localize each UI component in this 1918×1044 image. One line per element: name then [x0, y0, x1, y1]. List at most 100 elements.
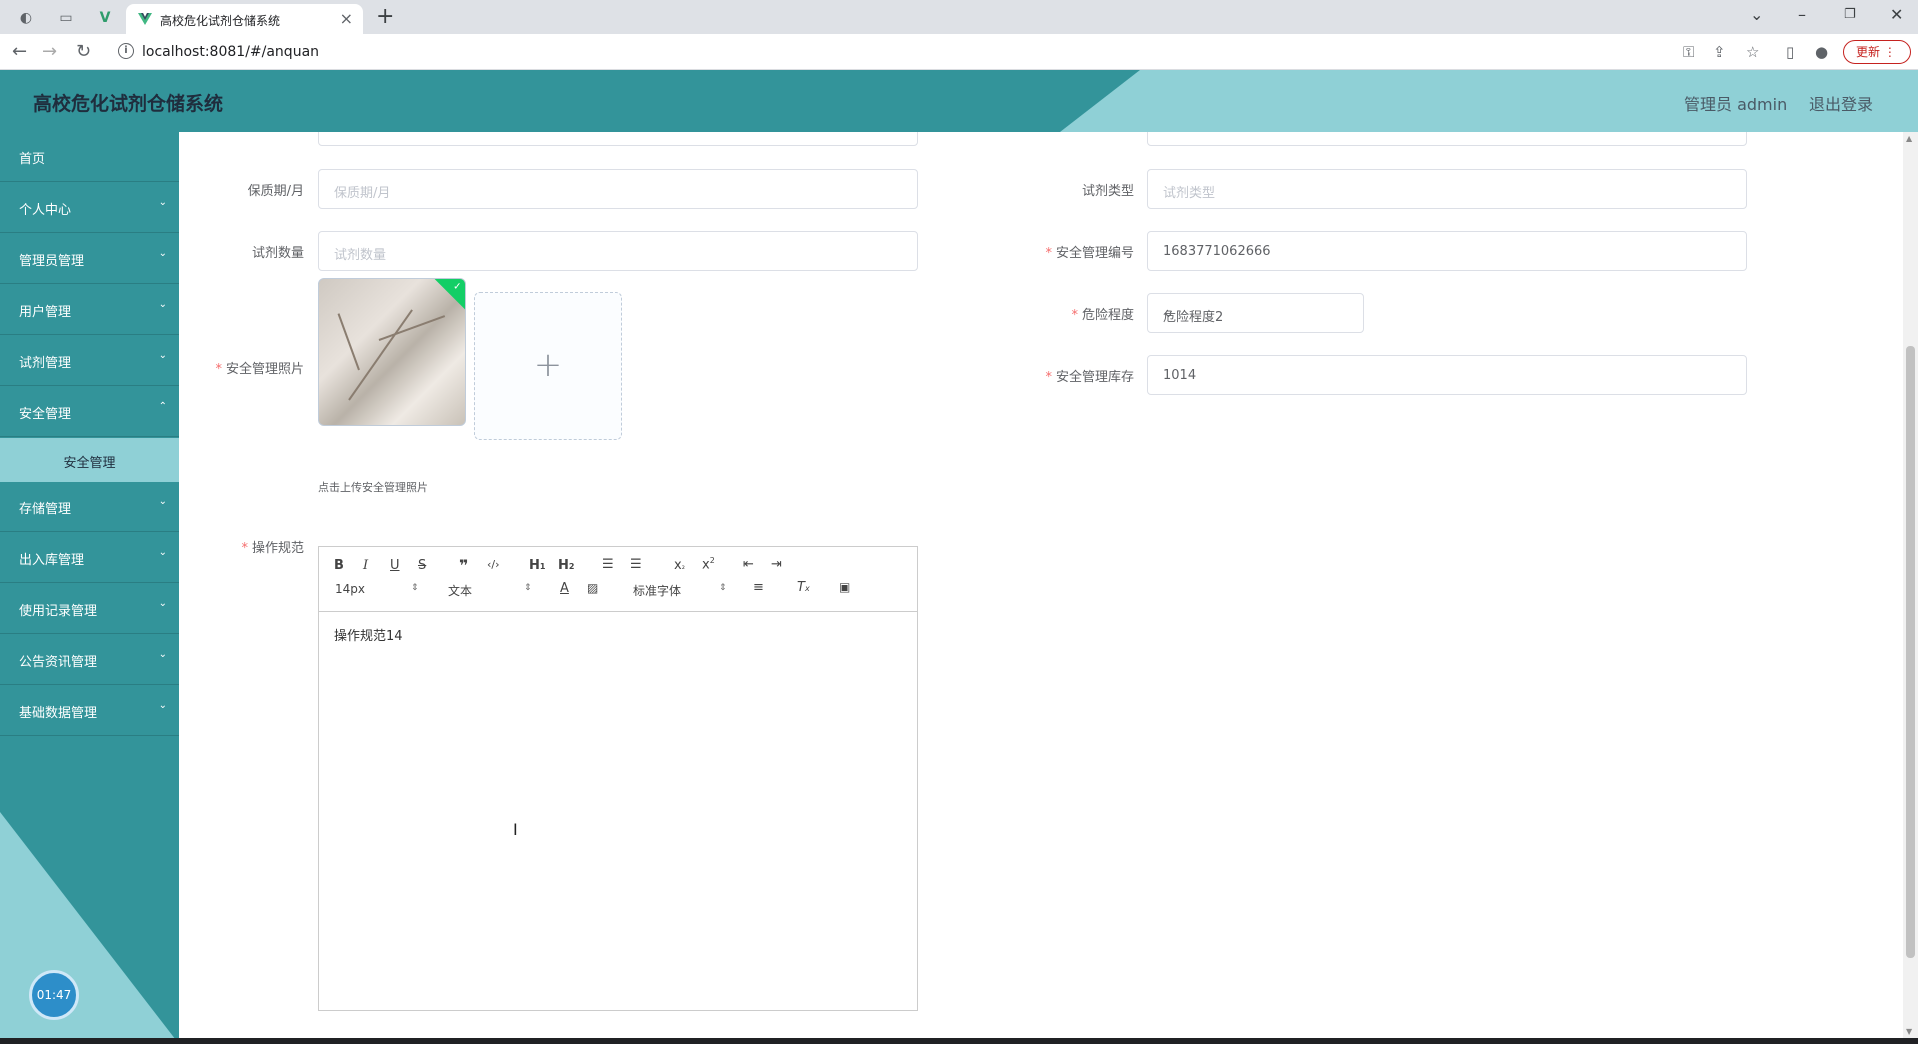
sidebar: 首页 个人中心 ⌄ 管理员管理 ⌄ 用户管理 ⌄ 试剂管理 ⌄ 安全管理 ⌃ 安全管理 存… — [0, 132, 179, 1044]
scroll-up-icon[interactable]: ▲ — [1906, 134, 1912, 143]
underline-icon[interactable]: U — [390, 558, 400, 573]
align-icon[interactable]: ≡ — [753, 580, 764, 595]
new-tab-button[interactable]: + — [376, 4, 394, 29]
upload-success-badge: ✓ — [433, 279, 465, 311]
bottom-bar — [0, 1038, 1918, 1044]
strikethrough-icon[interactable]: S — [418, 558, 426, 573]
scroll-down-icon[interactable]: ▼ — [1906, 1027, 1912, 1036]
minimize-icon[interactable]: – — [1798, 5, 1806, 24]
text-color-icon[interactable]: A — [560, 581, 569, 596]
sidebar-item-storage[interactable]: 存储管理 ⌄ — [0, 482, 179, 532]
sidebar-item-usage[interactable]: 使用记录管理 ⌄ — [0, 584, 179, 634]
restore-icon[interactable]: ❐ — [1844, 7, 1856, 22]
chevron-down-icon[interactable]: ⌄ — [1750, 5, 1763, 24]
image-icon[interactable]: ▣ — [839, 580, 850, 594]
bullet-list-icon[interactable]: ☰ — [630, 557, 642, 572]
plus-icon: + — [533, 345, 563, 385]
editor-content[interactable]: 操作规范14 — [334, 625, 403, 644]
heading-1-icon[interactable]: H1 — [529, 558, 545, 573]
chevron-down-icon: ⌄ — [158, 700, 167, 711]
safety-no-input[interactable]: 1683771062666 — [1147, 231, 1747, 271]
update-label: 更新 — [1856, 45, 1881, 59]
tab-icon-2[interactable]: ▭ — [55, 7, 77, 29]
sidebar-item-news[interactable]: 公告资讯管理 ⌄ — [0, 635, 179, 685]
bold-icon[interactable]: B — [334, 558, 344, 573]
clear-format-icon[interactable]: Tx — [797, 580, 810, 595]
forward-icon[interactable]: → — [42, 41, 57, 62]
reload-icon[interactable]: ↻ — [76, 41, 91, 62]
chevron-down-icon: ⌄ — [158, 350, 167, 361]
indent-icon[interactable]: ⇥ — [771, 557, 782, 572]
code-icon[interactable]: ‹/› — [487, 558, 500, 571]
danger-level-label-text: 危险程度 — [1081, 308, 1134, 323]
sidebar-item-label: 个人中心 — [19, 203, 72, 218]
reagent-type-input[interactable]: 试剂类型 — [1147, 169, 1747, 209]
upload-add-button[interactable]: + — [474, 292, 622, 440]
site-info-icon[interactable]: i — [118, 43, 134, 59]
tab-title: 高校危化试剂仓储系统 — [160, 14, 281, 28]
italic-icon[interactable]: I — [363, 558, 368, 573]
danger-level-label: * 危险程度 — [1029, 304, 1134, 323]
sidebar-item-home[interactable]: 首页 — [0, 132, 179, 182]
tab-icon-1[interactable]: ◐ — [15, 7, 37, 29]
logout-button[interactable]: 退出登录 — [1809, 91, 1873, 115]
top-left-input-cutoff[interactable] — [318, 132, 918, 146]
reagent-type-label: 试剂类型 — [1081, 184, 1134, 199]
header-picker[interactable]: 文本 ⇕ — [448, 582, 536, 599]
chevron-down-icon: ⌄ — [158, 547, 167, 558]
chevron-down-icon: ⌄ — [158, 197, 167, 208]
danger-level-select[interactable]: 危险程度2 ⌄ — [1147, 293, 1364, 333]
subscript-icon[interactable]: x₂ — [674, 558, 685, 573]
check-icon: ✓ — [453, 281, 462, 293]
background-color-icon[interactable]: ▨ — [587, 581, 598, 595]
browser-tab-active[interactable]: 高校危化试剂仓储系统 × — [126, 4, 363, 34]
url-field[interactable]: i localhost:8081/#/anquan — [108, 39, 1678, 65]
font-size-picker[interactable]: 14px ⇕ — [335, 582, 423, 596]
sidebar-item-label: 安全管理 — [19, 407, 72, 422]
header-decoration — [1060, 70, 1140, 132]
profile-icon[interactable]: ● — [1815, 43, 1828, 61]
shelf-life-placeholder: 保质期/月 — [334, 186, 391, 201]
heading-2-icon[interactable]: H2 — [558, 558, 574, 573]
stock-input[interactable]: 1014 — [1147, 355, 1747, 395]
photo-branch — [348, 309, 413, 401]
sidebar-item-basedata[interactable]: 基础数据管理 ⌄ — [0, 686, 179, 736]
sidebar-item-inout[interactable]: 出入库管理 ⌄ — [0, 533, 179, 583]
stock-label-text: 安全管理库存 — [1055, 370, 1134, 385]
quantity-input[interactable]: 试剂数量 — [318, 231, 918, 271]
font-family-picker[interactable]: 标准字体 ⇕ — [633, 582, 731, 599]
star-icon[interactable]: ☆ — [1746, 43, 1759, 61]
page-scrollbar[interactable]: ▲ ▼ — [1903, 132, 1918, 1038]
user-label: 管理员 admin — [1684, 95, 1788, 114]
uploaded-photo-thumbnail[interactable]: ✓ — [318, 278, 466, 426]
stock-label: * 安全管理库存 — [1009, 366, 1134, 385]
scrollbar-thumb[interactable] — [1906, 346, 1915, 958]
shelf-life-input[interactable]: 保质期/月 — [318, 169, 918, 209]
sidebar-item-personal[interactable]: 个人中心 ⌄ — [0, 183, 179, 233]
sidebar-item-users[interactable]: 用户管理 ⌄ — [0, 285, 179, 335]
vue-favicon-tab[interactable]: V — [94, 7, 116, 29]
sidebar-subitem-safety[interactable]: 安全管理 — [0, 438, 179, 482]
close-icon[interactable]: × — [340, 9, 353, 28]
vue-favicon — [138, 13, 152, 25]
window-close-icon[interactable]: ✕ — [1890, 5, 1903, 24]
key-icon[interactable]: ⚿ — [1683, 43, 1694, 61]
share-icon[interactable]: ⇪ — [1713, 43, 1726, 61]
required-mark: * — [215, 362, 222, 377]
ordered-list-icon[interactable]: ☰ — [602, 557, 614, 572]
chevron-down-icon: ⌄ — [158, 598, 167, 609]
sidebar-item-reagents[interactable]: 试剂管理 ⌄ — [0, 336, 179, 386]
browser-tab-bar: ◐ ▭ V 高校危化试剂仓储系统 × + ⌄ – ❐ ✕ — [0, 0, 1918, 34]
sidebar-item-safety[interactable]: 安全管理 ⌃ — [0, 387, 179, 437]
sidebar-item-admins[interactable]: 管理员管理 ⌄ — [0, 234, 179, 284]
back-icon[interactable]: ← — [12, 41, 27, 62]
safety-no-label: * 安全管理编号 — [1009, 242, 1134, 261]
blockquote-icon[interactable]: ❞ — [459, 556, 468, 575]
top-right-input-cutoff[interactable] — [1147, 132, 1747, 146]
outdent-icon[interactable]: ⇤ — [743, 557, 754, 572]
superscript-icon[interactable]: x2 — [702, 556, 715, 572]
chevron-down-icon: ⌄ — [1163, 306, 1174, 321]
update-button[interactable]: 更新 ⋮ — [1843, 40, 1911, 64]
rules-label: * 操作规范 — [219, 537, 304, 556]
sidepanel-icon[interactable]: ▯ — [1786, 43, 1794, 61]
